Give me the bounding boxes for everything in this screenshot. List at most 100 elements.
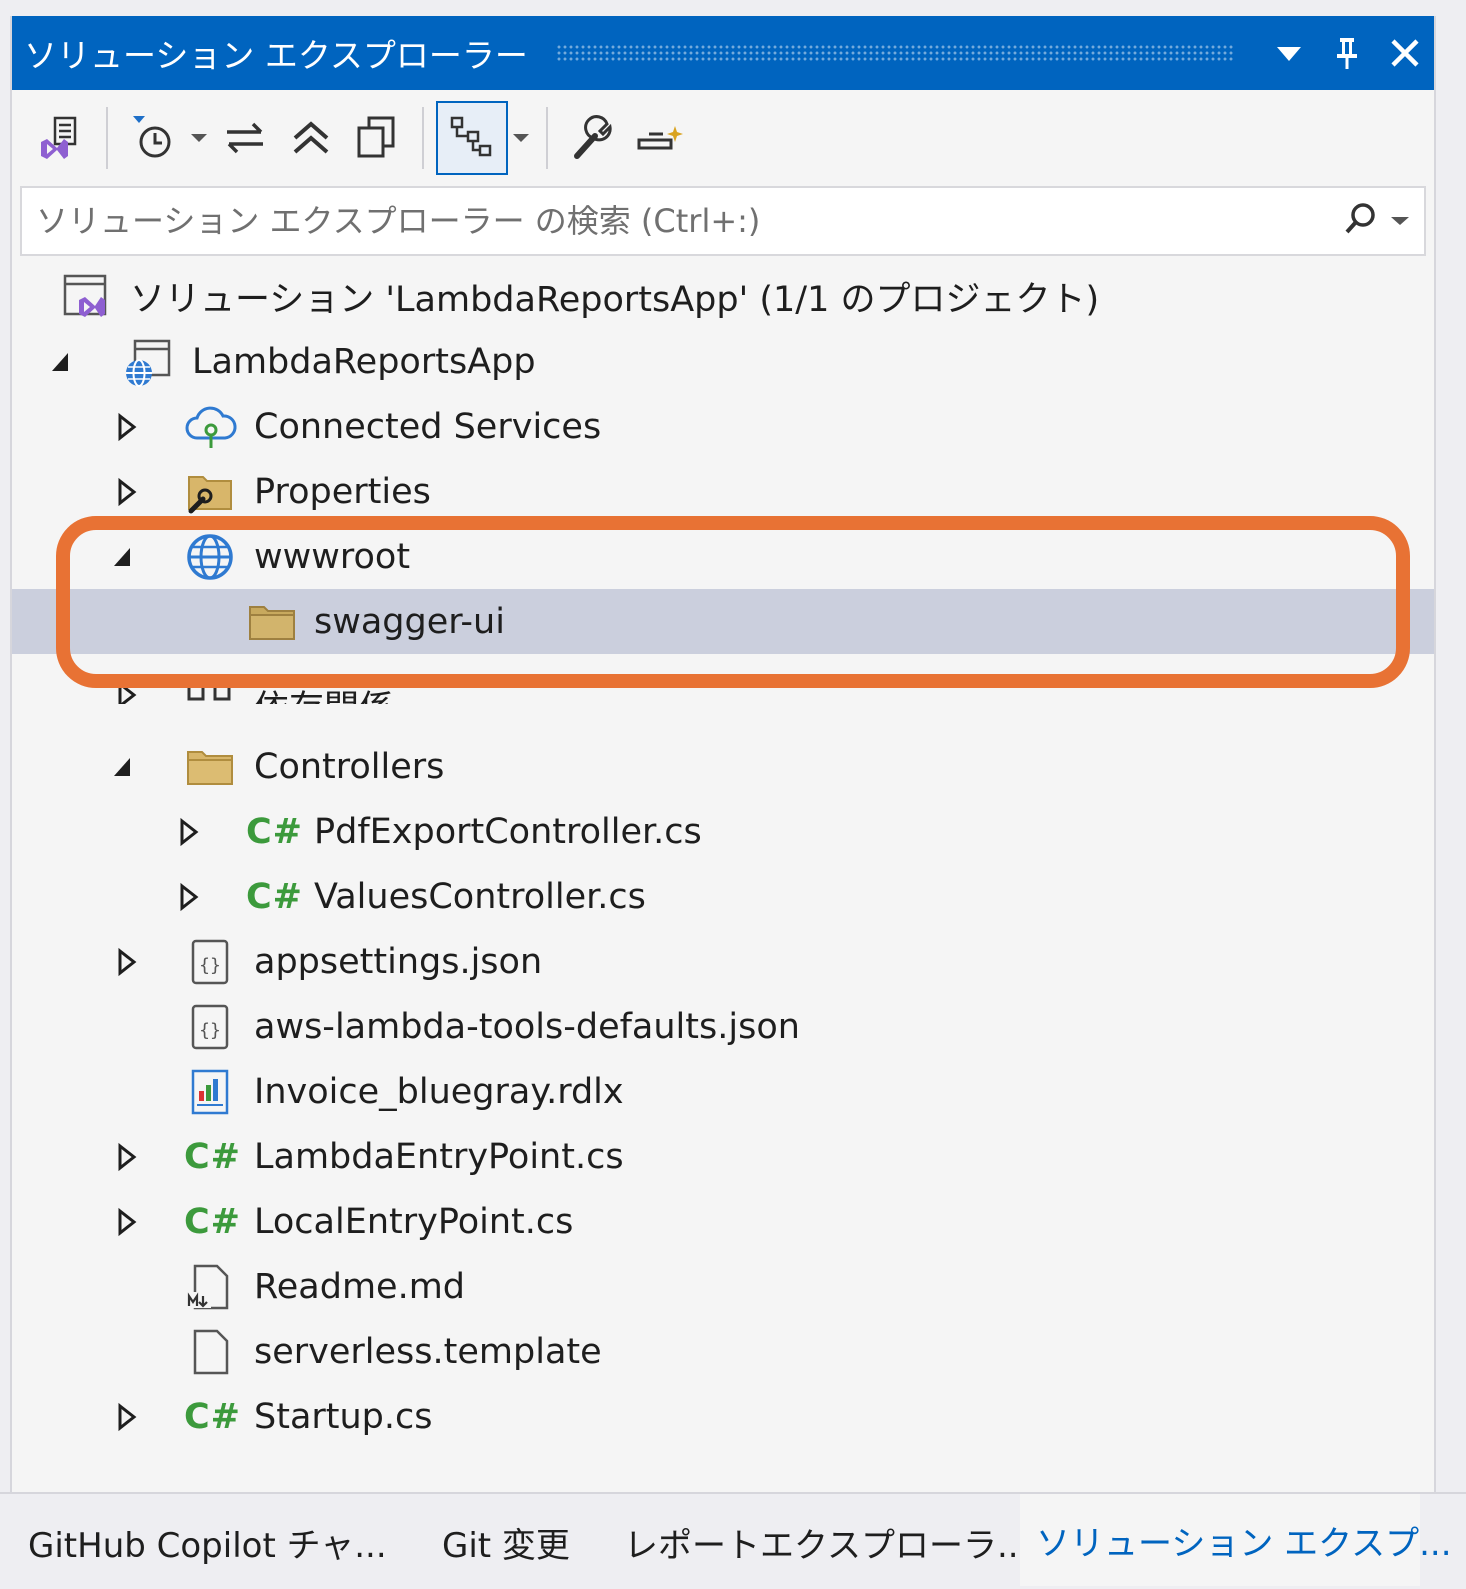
tree-item-properties[interactable]: Properties xyxy=(12,459,1434,524)
csharp-file-icon: C# xyxy=(184,1136,242,1177)
collapsed-arrow-icon[interactable] xyxy=(174,880,202,914)
drag-grip[interactable] xyxy=(555,44,1234,62)
tab-label: Git 変更 xyxy=(442,1525,570,1566)
sync-arrows-icon xyxy=(227,122,263,154)
show-all-files-button[interactable] xyxy=(344,99,410,177)
toolbar-separator xyxy=(106,107,108,169)
project-label: LambdaReportsApp xyxy=(192,341,536,382)
tree-item-startup[interactable]: C# Startup.cs xyxy=(12,1384,1434,1449)
close-icon xyxy=(1391,39,1419,67)
startup-label: Startup.cs xyxy=(254,1396,433,1437)
solution-views-icon xyxy=(41,116,77,159)
tab-label: ソリューション エクスプ... xyxy=(1036,1523,1452,1564)
collapsed-arrow-icon[interactable] xyxy=(112,678,140,704)
tree-item-values-controller[interactable]: C# ValuesController.cs xyxy=(12,864,1434,929)
chevron-down-icon xyxy=(1277,47,1301,61)
tab-solution-explorer[interactable]: ソリューション エクスプ... xyxy=(1020,1494,1452,1586)
tree-item-solution[interactable]: ソリューション 'LambdaReportsApp' (1/1 のプロジェクト) xyxy=(12,264,1434,329)
wwwroot-label: wwwroot xyxy=(254,536,411,577)
collapsed-arrow-icon[interactable] xyxy=(112,945,140,979)
tree-item-aws-lambda-tools-defaults[interactable]: {} aws-lambda-tools-defaults.json xyxy=(12,994,1434,1059)
title-bar[interactable]: ソリューション エクスプローラー xyxy=(12,16,1434,90)
collapsed-arrow-icon[interactable] xyxy=(112,1400,140,1434)
json-file-icon: {} xyxy=(182,999,238,1055)
report-file-icon xyxy=(182,1064,238,1120)
search-options-button[interactable] xyxy=(1328,188,1424,254)
tree-item-lambda-entry-point[interactable]: C# LambdaEntryPoint.cs xyxy=(12,1124,1434,1189)
collapse-all-button[interactable] xyxy=(278,99,344,177)
search-box[interactable] xyxy=(20,186,1426,256)
json-file-icon: {} xyxy=(182,934,238,990)
collapsed-arrow-icon[interactable] xyxy=(112,410,140,444)
tree-item-controllers[interactable]: Controllers xyxy=(12,734,1434,799)
collapsed-arrow-icon[interactable] xyxy=(112,475,140,509)
close-button[interactable] xyxy=(1376,16,1434,90)
solution-explorer-panel: ソリューション エクスプローラー ソリューション エクスプローラー の検索 (C… xyxy=(10,16,1436,1516)
tab-label: GitHub Copilot チャ... xyxy=(28,1525,387,1566)
search-input[interactable] xyxy=(22,188,1328,254)
markdown-file-icon xyxy=(182,1259,238,1315)
invoice-report-label: Invoice_bluegray.rdlx xyxy=(254,1071,624,1112)
values-controller-label: ValuesController.cs xyxy=(314,876,646,917)
local-entry-point-label: LocalEntryPoint.cs xyxy=(254,1201,574,1242)
web-project-icon xyxy=(120,334,176,390)
preview-selected-items-button[interactable] xyxy=(436,101,508,175)
pdf-export-controller-label: PdfExportController.cs xyxy=(314,811,702,852)
appsettings-label: appsettings.json xyxy=(254,941,543,982)
solution-icon xyxy=(58,269,114,325)
collapsed-arrow-icon[interactable] xyxy=(112,1205,140,1239)
tree-item-local-entry-point[interactable]: C# LocalEntryPoint.cs xyxy=(12,1189,1434,1254)
readme-label: Readme.md xyxy=(254,1266,466,1307)
tab-report-explorer[interactable]: レポートエクスプローラ... xyxy=(624,1502,1029,1582)
tree-item-swagger-ui[interactable]: swagger-ui xyxy=(12,589,1434,654)
tree-item-serverless-template[interactable]: serverless.template xyxy=(12,1319,1434,1384)
panel-title: ソリューション エクスプローラー xyxy=(24,36,528,75)
tree-item-appsettings[interactable]: {} appsettings.json xyxy=(12,929,1434,994)
pin-icon xyxy=(1337,38,1357,69)
preview-selected-items-dropdown[interactable] xyxy=(508,99,534,177)
svg-text:{}: {} xyxy=(199,955,221,976)
tab-github-copilot-chat[interactable]: GitHub Copilot チャ... xyxy=(28,1502,387,1582)
pin-button[interactable] xyxy=(1318,16,1376,90)
collapsed-arrow-icon[interactable] xyxy=(174,815,202,849)
folder-icon xyxy=(182,739,238,795)
pending-changes-filter-button[interactable] xyxy=(120,99,186,177)
search-icon xyxy=(1345,203,1375,234)
properties-folder-icon xyxy=(182,464,238,520)
tab-git-changes[interactable]: Git 変更 xyxy=(442,1502,570,1582)
window-position-dropdown-button[interactable] xyxy=(1260,16,1318,90)
csharp-file-icon: C# xyxy=(184,1396,242,1437)
copy-pages-icon xyxy=(357,116,395,158)
toolbar-separator xyxy=(546,107,548,169)
aws-lambda-tools-defaults-label: aws-lambda-tools-defaults.json xyxy=(254,1006,800,1047)
chevron-down-icon xyxy=(191,134,207,142)
chevron-down-icon xyxy=(513,134,529,142)
clock-filter-icon xyxy=(133,116,171,158)
svg-text:{}: {} xyxy=(199,1020,221,1041)
connected-services-cloud-icon xyxy=(182,399,238,455)
tree-item-readme[interactable]: Readme.md xyxy=(12,1254,1434,1319)
collapse-all-icon xyxy=(293,121,329,154)
hierarchy-icon xyxy=(450,116,492,157)
expanded-arrow-icon[interactable] xyxy=(108,540,136,574)
tree-item-pdf-export-controller[interactable]: C# PdfExportController.cs xyxy=(12,799,1434,864)
toolbar-separator xyxy=(422,107,424,169)
expanded-arrow-icon[interactable] xyxy=(46,345,74,379)
collapsed-arrow-icon[interactable] xyxy=(112,1140,140,1174)
tree-item-wwwroot[interactable]: wwwroot xyxy=(12,524,1434,589)
expanded-arrow-icon[interactable] xyxy=(108,750,136,784)
globe-icon xyxy=(182,529,238,585)
tree-item-connected-services[interactable]: Connected Services xyxy=(12,394,1434,459)
bottom-tab-bar: GitHub Copilot チャ... Git 変更 レポートエクスプローラ.… xyxy=(0,1492,1466,1589)
preview-button[interactable] xyxy=(626,99,692,177)
tree-item-invoice-report[interactable]: Invoice_bluegray.rdlx xyxy=(12,1059,1434,1124)
tab-label: レポートエクスプローラ... xyxy=(624,1525,1030,1566)
tree-item-dependencies[interactable]: 依存関係 xyxy=(12,654,1434,704)
tree-item-project[interactable]: LambdaReportsApp xyxy=(12,329,1434,394)
sync-with-active-document-button[interactable] xyxy=(212,99,278,177)
csharp-file-icon: C# xyxy=(246,811,304,852)
switch-views-button[interactable] xyxy=(28,99,94,177)
file-icon xyxy=(182,1324,238,1380)
properties-button[interactable] xyxy=(560,99,626,177)
pending-changes-filter-dropdown[interactable] xyxy=(186,99,212,177)
